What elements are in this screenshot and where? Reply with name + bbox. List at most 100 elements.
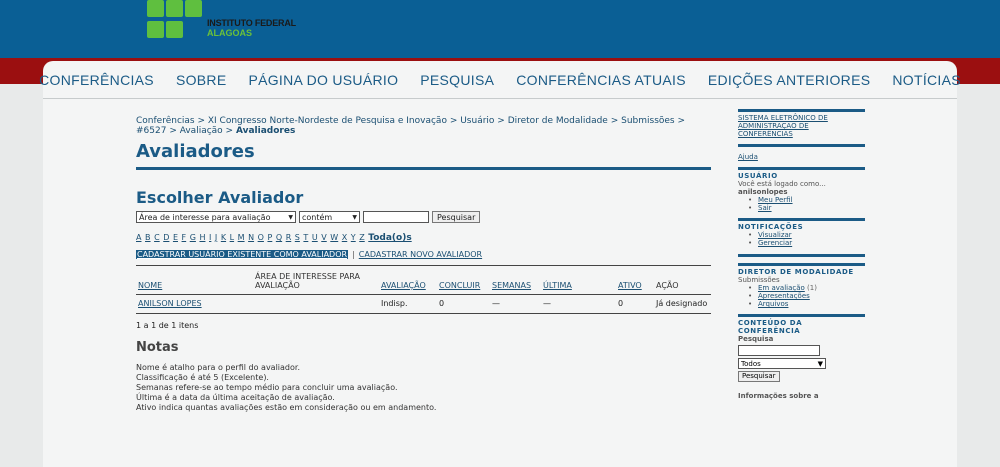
alpha-link[interactable]: M xyxy=(238,233,245,242)
cell-done: 0 xyxy=(437,294,490,314)
nav-edicoes-anteriores[interactable]: EDIÇÕES ANTERIORES xyxy=(697,72,882,88)
alpha-link[interactable]: V xyxy=(321,233,326,242)
create-new-reviewer-link[interactable]: CADASTRAR NOVO AVALIADOR xyxy=(359,250,482,259)
alpha-link[interactable]: F xyxy=(182,233,187,242)
presentations-link[interactable]: Apresentações xyxy=(758,292,810,300)
alpha-link[interactable]: J xyxy=(215,233,217,242)
note-line: Última é a data da última aceitação de a… xyxy=(136,393,335,402)
page-container: CONFERÊNCIAS SOBRE PÁGINA DO USUÁRIO PES… xyxy=(39,61,961,467)
cell-rating: Indisp. xyxy=(379,294,437,314)
help-link[interactable]: Ajuda xyxy=(738,153,865,161)
chevron-down-icon: ▼ xyxy=(817,359,823,368)
alpha-link[interactable]: E xyxy=(173,233,178,242)
conference-info-heading: Informações sobre a xyxy=(738,392,819,400)
sidebar-search-input[interactable] xyxy=(738,345,820,356)
enroll-existing-link[interactable]: CADASTRAR USUÁRIO EXISTENTE COMO AVALIAD… xyxy=(136,250,349,259)
breadcrumb-item[interactable]: XI Congresso Norte-Nordeste de Pesquisa … xyxy=(208,116,447,126)
alpha-link[interactable]: C xyxy=(154,233,160,242)
nav-sobre[interactable]: SOBRE xyxy=(165,72,238,88)
breadcrumb-item[interactable]: #6527 xyxy=(136,126,166,136)
main-navigation: CONFERÊNCIAS SOBRE PÁGINA DO USUÁRIO PES… xyxy=(39,61,961,99)
system-title-link[interactable]: SISTEMA ELETRÔNICO DE ADMINISTRAÇÃO DE C… xyxy=(738,114,865,138)
sidebar-user-block: USUÁRIO Você está logado como... anilson… xyxy=(738,167,865,212)
note-line: Semanas refere-se ao tempo médio para co… xyxy=(136,383,398,392)
sidebar-user-heading: USUÁRIO xyxy=(738,172,778,180)
sidebar-search-button[interactable]: Pesquisar xyxy=(738,371,780,382)
main-content: Conferências > XI Congresso Norte-Nordes… xyxy=(136,116,711,413)
alpha-link[interactable]: X xyxy=(342,233,347,242)
cell-area xyxy=(253,294,379,314)
column-header-name[interactable]: NOME xyxy=(136,266,253,295)
reviewers-table: NOME ÁREA DE INTERESSE PARA AVALIAÇÃO AV… xyxy=(136,265,711,314)
search-field-select[interactable]: Área de interesse para avaliação ▼ xyxy=(136,211,296,223)
alpha-link[interactable]: N xyxy=(248,233,254,242)
page-title: Avaliadores xyxy=(136,141,711,170)
alpha-link[interactable]: D xyxy=(163,233,169,242)
column-header-last[interactable]: ÚLTIMA xyxy=(541,266,616,295)
files-link[interactable]: Arquivos xyxy=(758,300,788,308)
table-row: ANILSON LOPES Indisp. 0 — — 0 Já designa… xyxy=(136,294,711,314)
chevron-down-icon: ▼ xyxy=(288,213,293,221)
alpha-link[interactable]: Q xyxy=(276,233,282,242)
chevron-down-icon: ▼ xyxy=(352,213,357,221)
logout-link[interactable]: Sair xyxy=(758,204,772,212)
column-header-rating[interactable]: AVALIAÇÃO xyxy=(379,266,437,295)
sidebar-system-block: SISTEMA ELETRÔNICO DE ADMINISTRAÇÃO DE C… xyxy=(738,109,865,161)
breadcrumb-item[interactable]: Avaliação xyxy=(180,126,223,136)
search-button[interactable]: Pesquisar xyxy=(432,211,481,223)
alpha-link[interactable]: U xyxy=(312,233,318,242)
alpha-link[interactable]: O xyxy=(258,233,264,242)
alpha-link[interactable]: P xyxy=(267,233,272,242)
breadcrumb-item[interactable]: Diretor de Modalidade xyxy=(508,116,608,126)
sidebar-director-heading: DIRETOR DE MODALIDADE xyxy=(738,268,854,276)
alpha-link[interactable]: G xyxy=(190,233,196,242)
nav-conferencias[interactable]: CONFERÊNCIAS xyxy=(28,72,165,88)
nav-noticias[interactable]: NOTÍCIAS xyxy=(881,72,972,88)
institution-logo[interactable]: INSTITUTO FEDERAL ALAGOAS xyxy=(147,0,297,42)
view-notifications-link[interactable]: Visualizar xyxy=(758,231,792,239)
alpha-link[interactable]: T xyxy=(303,233,308,242)
alpha-link[interactable]: A xyxy=(136,233,141,242)
column-header-active[interactable]: ATIVO xyxy=(616,266,654,295)
column-header-done[interactable]: CONCLUIR xyxy=(437,266,490,295)
reviewer-name-link[interactable]: ANILSON LOPES xyxy=(136,294,253,314)
breadcrumb-item[interactable]: Submissões xyxy=(621,116,675,126)
alpha-link[interactable]: L xyxy=(230,233,234,242)
reviewer-actions: CADASTRAR USUÁRIO EXISTENTE COMO AVALIAD… xyxy=(136,250,483,259)
sidebar-search-scope-select[interactable]: Todos ▼ xyxy=(738,358,826,369)
sidebar-director-block: DIRETOR DE MODALIDADE Submissões Em aval… xyxy=(738,263,865,308)
note-line: Classificação é até 5 (Excelente). xyxy=(136,373,269,382)
alpha-link[interactable]: K xyxy=(221,233,226,242)
username: anilsonlopes xyxy=(738,188,788,196)
alpha-link[interactable]: I xyxy=(209,233,211,242)
search-label: Pesquisa xyxy=(738,335,774,343)
search-input[interactable] xyxy=(363,211,429,223)
alpha-link[interactable]: S xyxy=(295,233,300,242)
logo-text-line2: ALAGOAS xyxy=(207,28,252,38)
note-line: Nome é atalho para o perfil do avaliador… xyxy=(136,363,300,372)
alpha-link[interactable]: W xyxy=(330,233,338,242)
note-line: Ativo indica quantas avaliações estão em… xyxy=(136,403,437,412)
in-review-link[interactable]: Em avaliação xyxy=(758,284,805,292)
nav-pesquisa[interactable]: PESQUISA xyxy=(409,72,505,88)
alpha-link[interactable]: B xyxy=(145,233,151,242)
breadcrumb-item[interactable]: Usuário xyxy=(460,116,494,126)
alpha-link[interactable]: R xyxy=(286,233,292,242)
match-type-select[interactable]: contém ▼ xyxy=(299,211,360,223)
column-header-weeks[interactable]: SEMANAS xyxy=(490,266,541,295)
alpha-link[interactable]: Z xyxy=(359,233,364,242)
nav-pagina-usuario[interactable]: PÁGINA DO USUÁRIO xyxy=(237,72,409,88)
alpha-link[interactable]: Y xyxy=(351,233,356,242)
breadcrumb-current: Avaliadores xyxy=(235,126,296,136)
sidebar-content-heading: CONTEÚDO DA CONFERÊNCIA xyxy=(738,319,803,335)
manage-notifications-link[interactable]: Gerenciar xyxy=(758,239,792,247)
alpha-link-all[interactable]: Toda(o)s xyxy=(368,233,411,243)
breadcrumb: Conferências > XI Congresso Norte-Nordes… xyxy=(136,116,686,136)
sidebar: SISTEMA ELETRÔNICO DE ADMINISTRAÇÃO DE C… xyxy=(738,109,865,406)
breadcrumb-item[interactable]: Conferências xyxy=(136,116,195,126)
cell-last: — xyxy=(541,294,616,314)
nav-conferencias-atuais[interactable]: CONFERÊNCIAS ATUAIS xyxy=(505,72,697,88)
alpha-link[interactable]: H xyxy=(199,233,205,242)
my-profile-link[interactable]: Meu Perfil xyxy=(758,196,793,204)
cell-action: Já designado xyxy=(654,294,711,314)
